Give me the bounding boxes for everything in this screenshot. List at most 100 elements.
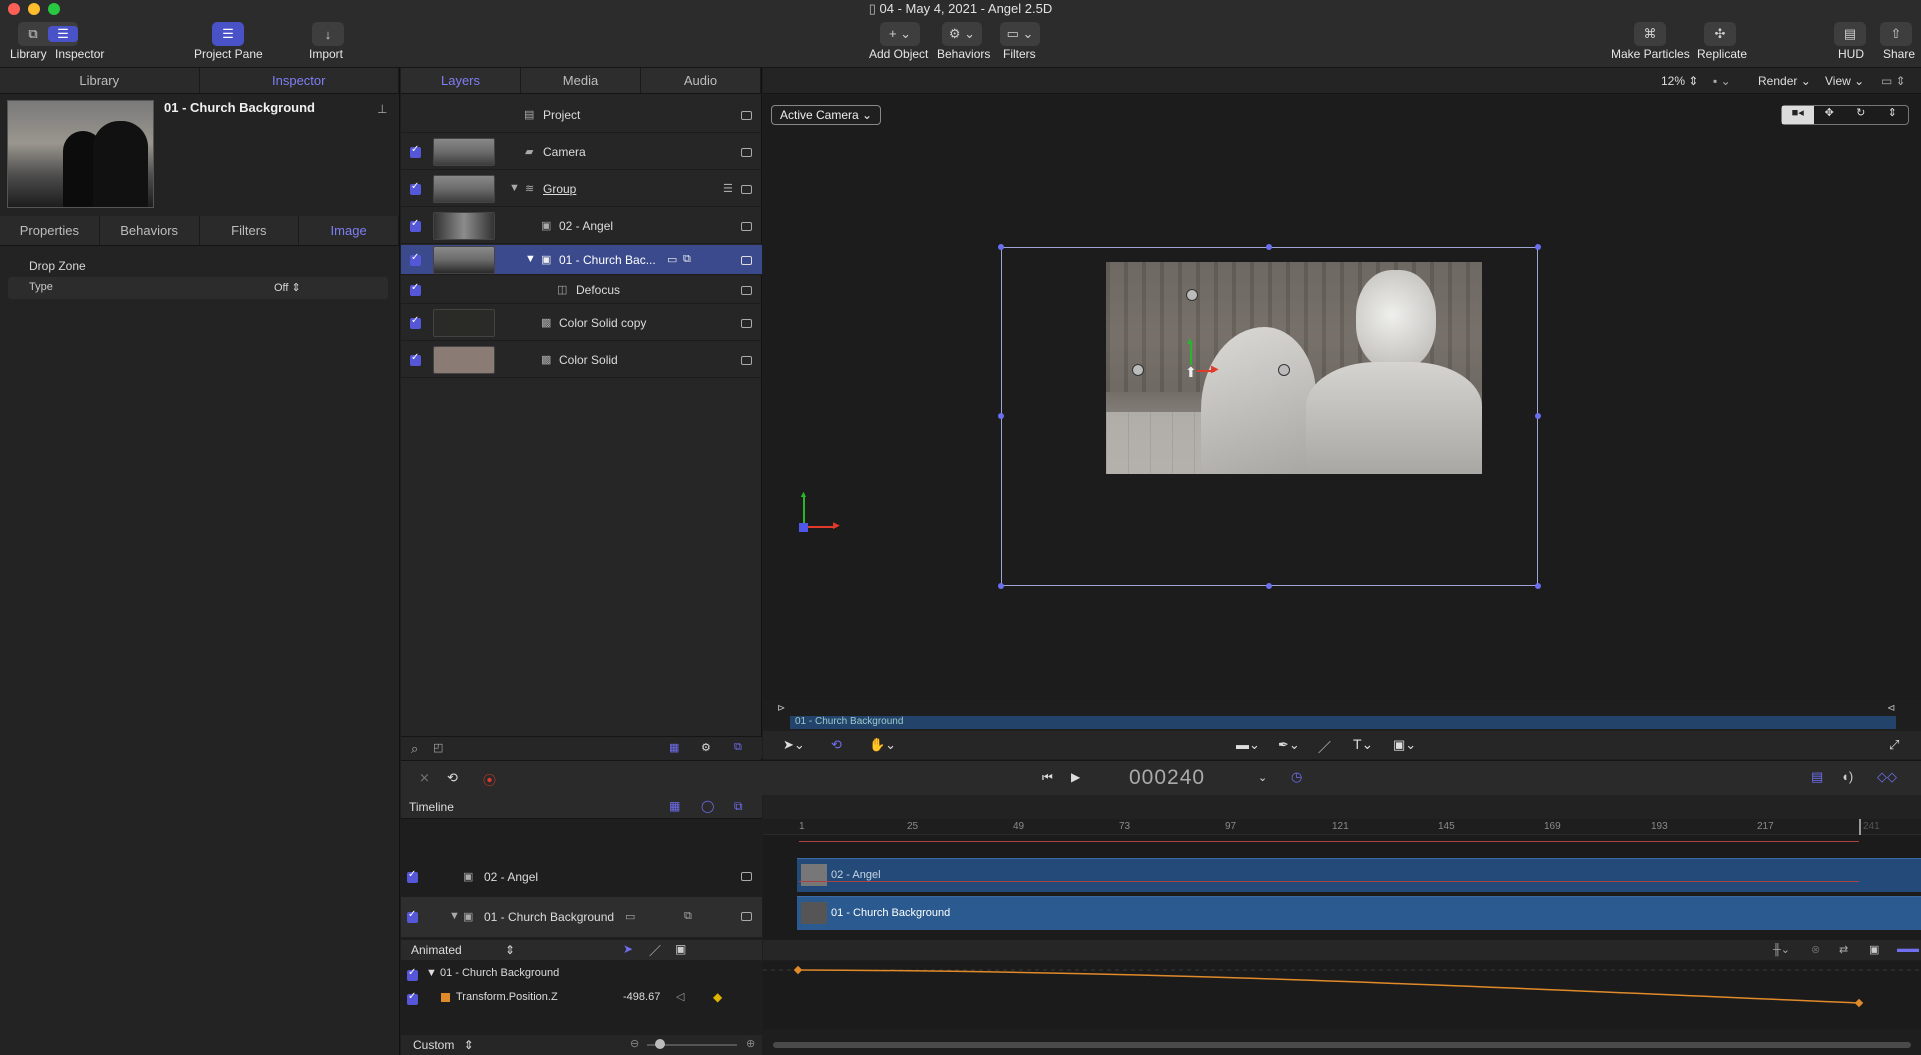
- keyframe-marker[interactable]: [1854, 998, 1864, 1008]
- circle-icon[interactable]: ◯: [701, 799, 714, 813]
- mini-timeline-bar[interactable]: 01 - Church Background: [790, 716, 1896, 729]
- layer-row-group[interactable]: ▼ ≋ Group ☰: [401, 171, 762, 207]
- import-button[interactable]: ↓: [312, 22, 344, 46]
- resize-handle[interactable]: [1535, 583, 1541, 589]
- resize-handle[interactable]: [1535, 413, 1541, 419]
- stack-icon[interactable]: ⧉: [734, 799, 743, 814]
- behaviors-button[interactable]: ⚙ ⌄: [942, 22, 982, 46]
- add-object-button[interactable]: + ⌄: [880, 22, 920, 46]
- make-particles-button[interactable]: ⌘: [1634, 22, 1666, 46]
- param-group-label[interactable]: ▼ 01 - Church Background: [426, 967, 559, 979]
- snapping-icon[interactable]: ▬▬: [1897, 943, 1919, 955]
- out-point-icon[interactable]: ⊲: [1887, 703, 1895, 714]
- tab-media[interactable]: Media: [521, 68, 641, 93]
- keyframe-filter-select[interactable]: Animated ⇕: [411, 943, 515, 957]
- clip-church-background[interactable]: 01 - Church Background: [797, 896, 1921, 930]
- type-popup[interactable]: Off ⇕: [274, 281, 301, 294]
- inspector-icon[interactable]: ☰: [48, 26, 78, 42]
- tab-layers[interactable]: Layers: [401, 68, 521, 93]
- replicate-label[interactable]: Replicate: [1697, 47, 1747, 61]
- resize-handle[interactable]: [1266, 583, 1272, 589]
- lock-icon[interactable]: [741, 222, 752, 231]
- lock-icon[interactable]: [741, 148, 752, 157]
- filters-label[interactable]: Filters: [1003, 47, 1036, 61]
- behaviors-label[interactable]: Behaviors: [937, 47, 990, 61]
- keyframes-icon[interactable]: ◇◇: [1877, 769, 1897, 785]
- select-tool-icon[interactable]: ➤⌄: [783, 737, 805, 753]
- replicate-button[interactable]: ✣: [1704, 22, 1736, 46]
- layer-row-camera[interactable]: ▰ Camera: [401, 134, 762, 170]
- mask-icon[interactable]: ⧉: [684, 910, 692, 923]
- resize-handle[interactable]: [1535, 244, 1541, 250]
- pan-camera-icon[interactable]: ✥: [1814, 106, 1846, 124]
- clear-icon[interactable]: ⊗: [1811, 943, 1820, 956]
- layer-row-color-solid-copy[interactable]: ▩ Color Solid copy: [401, 305, 762, 341]
- lock-icon[interactable]: [741, 912, 752, 921]
- transform-3d-icon[interactable]: ⟲: [831, 737, 842, 753]
- resize-handle[interactable]: [998, 413, 1004, 419]
- hud-button[interactable]: ▤: [1834, 22, 1866, 46]
- lock-icon[interactable]: [741, 111, 752, 120]
- layer-row-angel[interactable]: ▣ 02 - Angel: [401, 208, 762, 244]
- clip-angel[interactable]: 02 - Angel: [797, 858, 1921, 892]
- tab-inspector[interactable]: Inspector: [200, 68, 399, 93]
- composite-image[interactable]: [1106, 262, 1482, 474]
- play-icon[interactable]: ▶: [1071, 770, 1080, 784]
- share-button[interactable]: ⇧: [1880, 22, 1912, 46]
- speaker-icon[interactable]: ◖): [1841, 769, 1853, 784]
- camera-icon[interactable]: ■◂: [1782, 106, 1814, 124]
- layer-row-color-solid[interactable]: ▩ Color Solid: [401, 342, 762, 378]
- camera-select[interactable]: Active Camera ⌄: [771, 105, 882, 125]
- drop-zone-icon[interactable]: ▭: [625, 910, 635, 923]
- resize-handle[interactable]: [998, 583, 1004, 589]
- in-point-icon[interactable]: ⊳: [777, 703, 785, 714]
- animation-curve[interactable]: [763, 961, 1921, 1029]
- paint-brush-icon[interactable]: ／: [1318, 737, 1331, 756]
- loop-icon[interactable]: ⟲: [447, 770, 458, 786]
- y-axis-arrowhead[interactable]: ▲: [1185, 336, 1195, 347]
- make-particles-label[interactable]: Make Particles: [1611, 47, 1690, 61]
- waveform-icon[interactable]: ╫⌄: [1773, 943, 1790, 956]
- lock-icon[interactable]: [741, 872, 752, 881]
- clock-icon[interactable]: ◷: [1291, 769, 1302, 785]
- keyframe-marker[interactable]: [793, 965, 803, 975]
- dolly-camera-icon[interactable]: ⇕: [1877, 106, 1909, 124]
- previous-keyframe-icon[interactable]: ◁: [676, 990, 684, 1003]
- go-to-start-icon[interactable]: ⏮: [1042, 770, 1053, 785]
- frame-icon[interactable]: ▣: [675, 942, 686, 956]
- x-axis-arrowhead[interactable]: ▶: [1211, 364, 1219, 375]
- hud-label[interactable]: HUD: [1838, 47, 1864, 61]
- layer-enable-checkbox[interactable]: [410, 181, 421, 195]
- orbit-camera-icon[interactable]: ↻: [1845, 106, 1877, 124]
- library-label[interactable]: Library: [10, 47, 47, 61]
- share-label[interactable]: Share: [1883, 47, 1915, 61]
- zoom-preset-select[interactable]: Custom ⇕: [413, 1038, 474, 1052]
- timecode-format-chevron[interactable]: ⌄: [1258, 771, 1267, 784]
- checker-icon[interactable]: ▦: [669, 799, 680, 813]
- track-enable-checkbox[interactable]: [407, 869, 418, 883]
- param-enable-checkbox[interactable]: [407, 967, 418, 981]
- tab-filters[interactable]: Filters: [200, 216, 300, 245]
- layer-enable-checkbox[interactable]: [410, 282, 421, 296]
- timeline-ruler[interactable]: 1 25 49 73 97 121 145 169 193 217 241: [763, 819, 1921, 835]
- layer-enable-checkbox[interactable]: [410, 315, 421, 329]
- layer-row-defocus[interactable]: ◫ Defocus: [401, 276, 762, 304]
- record-icon[interactable]: ⦿: [483, 770, 496, 789]
- resize-handle[interactable]: [1266, 244, 1272, 250]
- resize-handle[interactable]: [998, 244, 1004, 250]
- param-value[interactable]: -498.67: [623, 991, 660, 1003]
- library-icon[interactable]: ⧉: [18, 26, 48, 42]
- thumbnail-view-icon[interactable]: ◰: [433, 741, 443, 754]
- layer-enable-checkbox[interactable]: [410, 218, 421, 232]
- transform-handle[interactable]: [1186, 289, 1198, 301]
- keyframe-diamond-icon[interactable]: ◆: [713, 990, 722, 1004]
- tab-audio[interactable]: Audio: [641, 68, 761, 93]
- tab-library[interactable]: Library: [0, 68, 200, 93]
- lock-icon[interactable]: [741, 185, 752, 194]
- mask-tool-icon[interactable]: ▣⌄: [1393, 737, 1416, 753]
- project-pane-label[interactable]: Project Pane: [194, 47, 263, 61]
- inspector-label[interactable]: Inspector: [55, 47, 104, 61]
- layer-enable-checkbox[interactable]: [410, 252, 421, 266]
- color-channels-icon[interactable]: ▪ ⌄: [1713, 74, 1731, 88]
- disclosure-triangle-icon[interactable]: ▼: [449, 910, 460, 922]
